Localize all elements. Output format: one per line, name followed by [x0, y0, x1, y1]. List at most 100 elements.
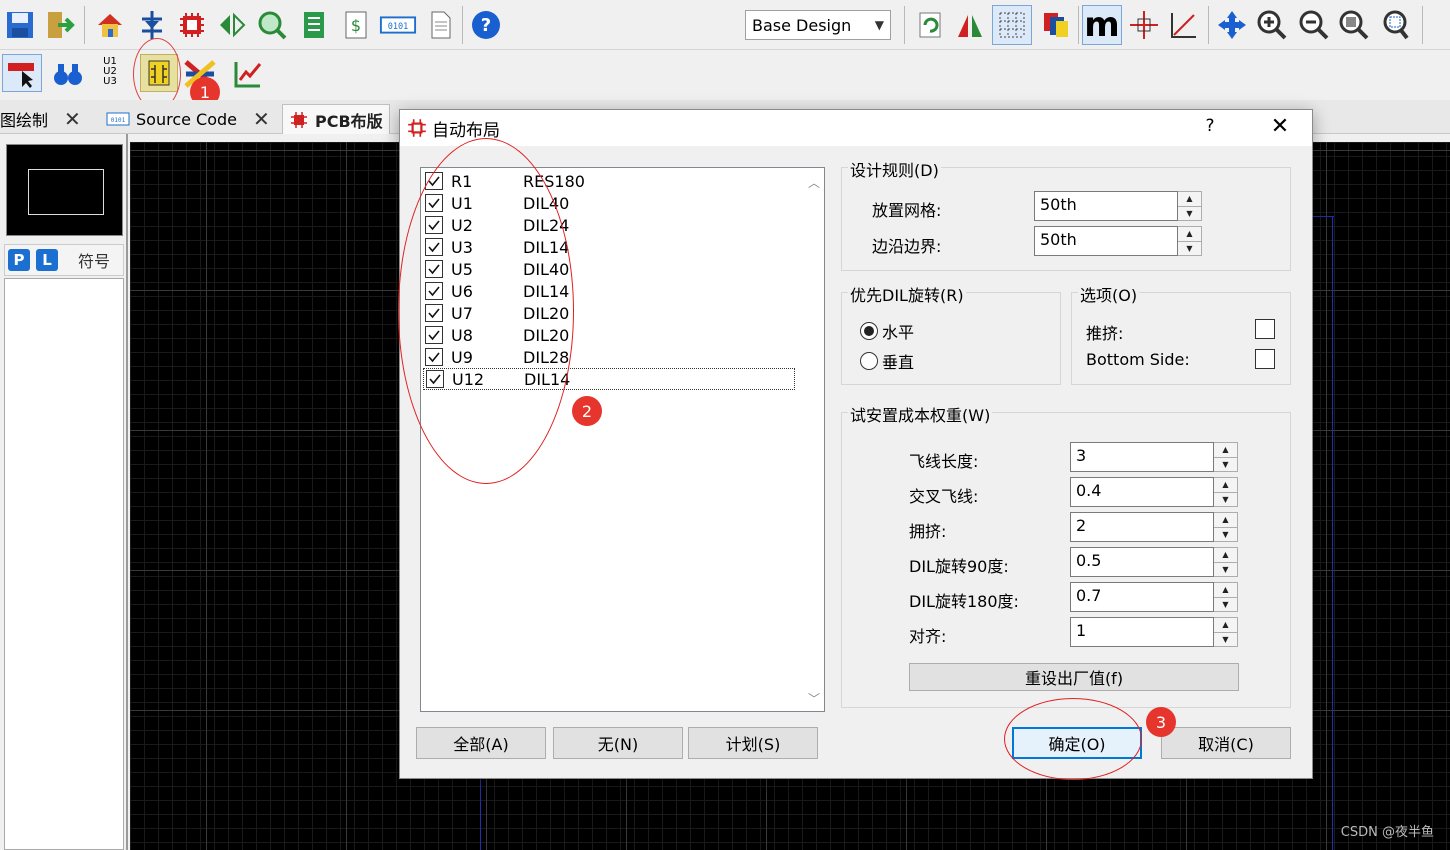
help-icon[interactable]: ?	[468, 7, 504, 43]
select-area-icon[interactable]	[2, 54, 42, 92]
bill-of-materials-icon[interactable]: $	[338, 7, 374, 43]
spin-down-icon[interactable]: ▼	[1214, 633, 1237, 647]
save-icon[interactable]	[2, 7, 38, 43]
rotation-horizontal-radio[interactable]: 水平	[860, 319, 914, 343]
zoom-out-icon[interactable]	[1296, 7, 1332, 43]
component-row[interactable]: U1 DIL40	[423, 192, 795, 214]
spin-up-icon[interactable]: ▲	[1214, 513, 1237, 528]
component-row[interactable]: U6 DIL14	[423, 280, 795, 302]
select-all-button[interactable]: 全部(A)	[416, 727, 546, 759]
origin-icon[interactable]	[1126, 7, 1162, 43]
auto-annotate-icon[interactable]: U1 U2 U3	[94, 54, 126, 90]
binary-code-icon[interactable]: 0101	[378, 7, 418, 43]
cost-weight-value[interactable]: 3	[1070, 442, 1214, 472]
checkbox-checked-icon[interactable]	[425, 282, 443, 300]
spin-up-icon[interactable]: ▲	[1214, 583, 1237, 598]
checkbox-checked-icon[interactable]	[426, 370, 444, 388]
zoom-area-icon[interactable]	[1378, 7, 1414, 43]
spin-up-icon[interactable]: ▲	[1214, 443, 1237, 458]
search-network-icon[interactable]	[254, 7, 290, 43]
tab-schematic[interactable]: 图绘制 ✕	[0, 104, 87, 134]
exit-icon[interactable]	[42, 7, 78, 43]
spin-down-icon[interactable]: ▼	[1214, 563, 1237, 577]
checkbox-checked-icon[interactable]	[425, 238, 443, 256]
reset-defaults-button[interactable]: 重设出厂值(f)	[909, 663, 1239, 691]
cost-weight-value[interactable]: 1	[1070, 617, 1214, 647]
spin-down-icon[interactable]: ▼	[1178, 207, 1201, 221]
cost-weight-stepper[interactable]: 0.7 ▲ ▼	[1070, 582, 1238, 612]
checkbox-checked-icon[interactable]	[425, 326, 443, 344]
spin-down-icon[interactable]: ▼	[1214, 598, 1237, 612]
document-icon[interactable]	[422, 7, 458, 43]
component-row[interactable]: U8 DIL20	[423, 324, 795, 346]
checkbox-checked-icon[interactable]	[425, 348, 443, 366]
scroll-down-icon[interactable]: ﹀	[808, 690, 820, 707]
component-row[interactable]: R1 RES180	[423, 170, 795, 192]
component-row[interactable]: U2 DIL24	[423, 214, 795, 236]
component-mode-icon[interactable]	[134, 7, 170, 43]
overview-window[interactable]	[6, 144, 123, 236]
cost-weight-value[interactable]: 2	[1070, 512, 1214, 542]
edge-border-stepper[interactable]: 50th ▲ ▼	[1034, 226, 1202, 256]
cost-weight-value[interactable]: 0.5	[1070, 547, 1214, 577]
axis-icon[interactable]	[1166, 7, 1202, 43]
scroll-up-icon[interactable]: ︿	[808, 174, 820, 191]
library-manager-button[interactable]: L	[36, 249, 58, 271]
component-row[interactable]: U3 DIL14	[423, 236, 795, 258]
close-icon[interactable]: ✕	[253, 107, 270, 131]
design-variant-select[interactable]: Base Design ▼	[745, 10, 891, 40]
spin-up-icon[interactable]: ▲	[1214, 478, 1237, 493]
close-button[interactable]: ✕	[1266, 114, 1294, 142]
rotation-vertical-radio[interactable]: 垂直	[860, 349, 914, 373]
spin-down-icon[interactable]: ▼	[1214, 528, 1237, 542]
placement-grid-value[interactable]: 50th	[1034, 191, 1178, 221]
edge-border-value[interactable]: 50th	[1034, 226, 1178, 256]
grid-icon[interactable]	[992, 5, 1032, 45]
spin-down-icon[interactable]: ▼	[1214, 493, 1237, 507]
component-row[interactable]: U7 DIL20	[423, 302, 795, 324]
spin-up-icon[interactable]: ▲	[1178, 227, 1201, 242]
cost-weight-stepper[interactable]: 2 ▲ ▼	[1070, 512, 1238, 542]
spin-up-icon[interactable]: ▲	[1178, 192, 1201, 207]
component-row[interactable]: U5 DIL40	[423, 258, 795, 280]
checkbox-checked-icon[interactable]	[425, 304, 443, 322]
pan-icon[interactable]	[1214, 7, 1250, 43]
flip-icon[interactable]	[952, 7, 988, 43]
ok-button[interactable]: 确定(O)	[1012, 727, 1142, 759]
spin-down-icon[interactable]: ▼	[1178, 242, 1201, 256]
auto-placement-icon[interactable]	[140, 54, 178, 92]
close-icon[interactable]: ✕	[64, 107, 81, 131]
refresh-icon[interactable]	[912, 7, 948, 43]
tab-source-code[interactable]: 0101 Source Code ✕	[100, 104, 276, 134]
component-list[interactable]: R1 RES180 U1 DIL40 U2 DIL24 U3 DIL14 U5 DIL40 U6 DI…	[420, 167, 825, 712]
cost-weight-stepper[interactable]: 1 ▲ ▼	[1070, 617, 1238, 647]
rotate-flip-icon[interactable]	[214, 7, 250, 43]
cost-weight-value[interactable]: 0.4	[1070, 477, 1214, 507]
component-row[interactable]: U9 DIL28	[423, 346, 795, 368]
spin-down-icon[interactable]: ▼	[1214, 458, 1237, 472]
spin-up-icon[interactable]: ▲	[1214, 618, 1237, 633]
tab-pcb-layout[interactable]: PCB布版	[282, 104, 390, 134]
cost-weight-value[interactable]: 0.7	[1070, 582, 1214, 612]
checkbox-checked-icon[interactable]	[425, 260, 443, 278]
zoom-fit-icon[interactable]	[1336, 7, 1372, 43]
dialog-title-bar[interactable]: 自动布局 ? ✕	[400, 110, 1312, 146]
object-list[interactable]	[4, 278, 124, 850]
home-icon[interactable]	[92, 7, 128, 43]
pick-from-library-button[interactable]: P	[8, 249, 30, 271]
cost-weight-stepper[interactable]: 0.4 ▲ ▼	[1070, 477, 1238, 507]
push-checkbox[interactable]	[1255, 319, 1275, 339]
cancel-button[interactable]: 取消(C)	[1161, 727, 1291, 759]
zoom-in-icon[interactable]	[1254, 7, 1290, 43]
schedule-button[interactable]: 计划(S)	[688, 727, 818, 759]
layers-icon[interactable]	[1038, 7, 1074, 43]
netlist-icon[interactable]	[296, 7, 332, 43]
help-button[interactable]: ?	[1200, 116, 1220, 140]
cost-weight-stepper[interactable]: 0.5 ▲ ▼	[1070, 547, 1238, 577]
bottom-side-checkbox[interactable]	[1255, 349, 1275, 369]
binoculars-icon[interactable]	[50, 56, 86, 92]
cost-weight-stepper[interactable]: 3 ▲ ▼	[1070, 442, 1238, 472]
checkbox-checked-icon[interactable]	[425, 194, 443, 212]
spin-up-icon[interactable]: ▲	[1214, 548, 1237, 563]
select-none-button[interactable]: 无(N)	[553, 727, 683, 759]
